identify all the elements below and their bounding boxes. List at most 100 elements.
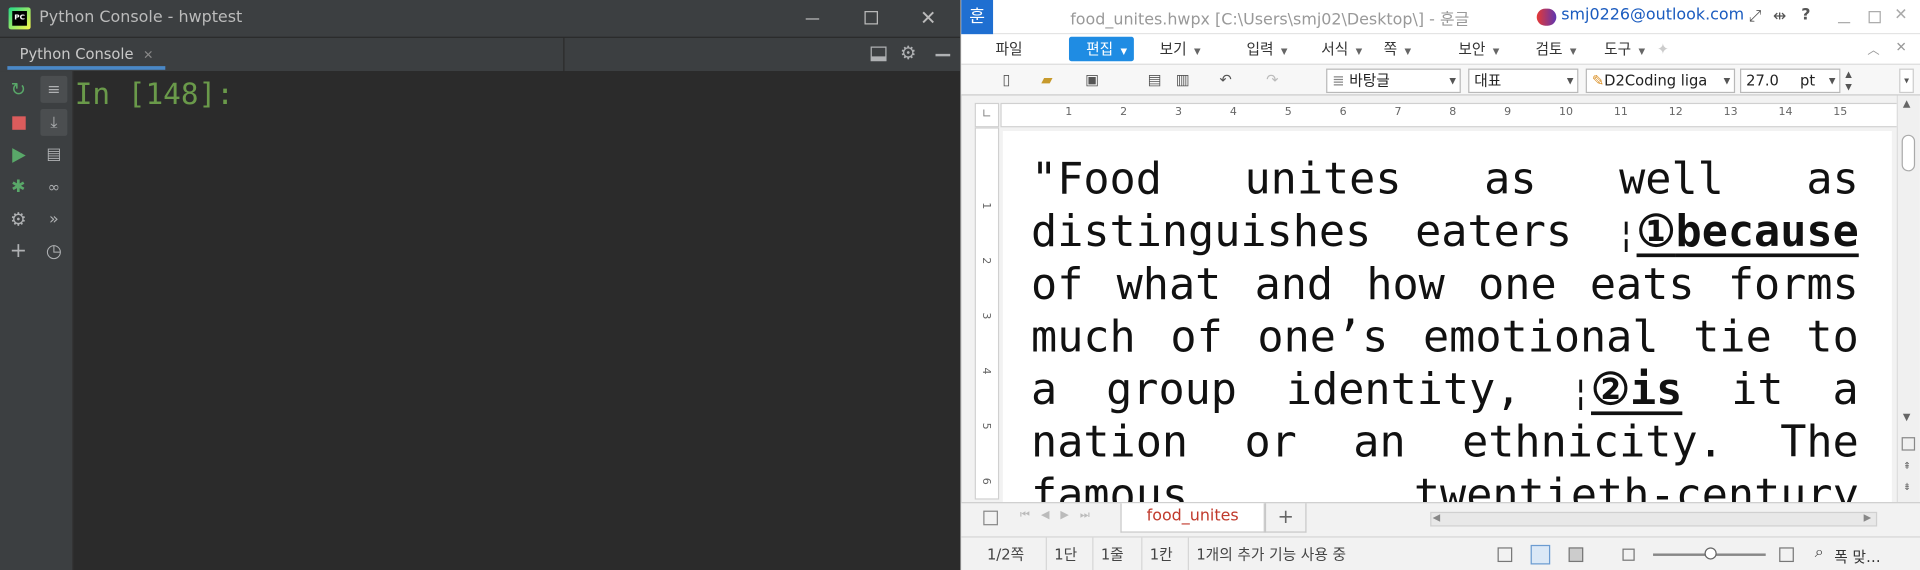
scroll-thumb[interactable] — [1901, 134, 1916, 172]
hwp-title-bar: 훈 food_unites.hwpx [C:\Users\smj02\Deskt… — [961, 0, 1920, 35]
maximize-button[interactable] — [1868, 11, 1881, 24]
account-avatar-icon[interactable] — [1536, 8, 1557, 26]
settings-icon[interactable]: ⚙ — [5, 206, 32, 233]
zoom-slider-thumb[interactable] — [1704, 547, 1717, 560]
help-icon[interactable]: ? — [1801, 6, 1810, 24]
new-document-icon[interactable]: ▯ — [997, 70, 1017, 90]
document-line[interactable]: famous twentieth-century — [1031, 469, 1859, 503]
font-name-select[interactable]: ✎D2Coding liga ▼ — [1585, 68, 1736, 94]
document-line[interactable]: of what and how one eats forms — [1031, 258, 1859, 311]
console-window-title: Python Console - hwptest — [39, 8, 243, 27]
save-icon[interactable]: ▣ — [1082, 70, 1102, 90]
add-icon[interactable]: + — [5, 238, 32, 265]
vertical-ruler[interactable]: 1 2 3 4 5 6 — [974, 127, 1000, 500]
toolbar-expand-icon[interactable]: ▾ — [1899, 68, 1914, 94]
prev-page-icon[interactable]: ⇞ — [1903, 460, 1911, 471]
console-prompt[interactable]: In [148]: — [75, 73, 234, 115]
page-nav-icon[interactable] — [1901, 437, 1916, 451]
tab-nav-arrows[interactable]: ⏮◀▶⏭ — [1020, 509, 1101, 521]
menu-page[interactable]: 쪽 ▼ — [1379, 37, 1416, 61]
menu-review[interactable]: 검토 ▼ — [1531, 37, 1582, 61]
font-size-input[interactable]: 27.0 pt ▼ — [1740, 68, 1841, 94]
document-line[interactable]: much of one’s emotional tie to — [1031, 311, 1859, 364]
scroll-down-arrow[interactable]: ▼ — [1903, 411, 1911, 422]
zoom-search-icon[interactable]: ⌕ — [1815, 544, 1824, 562]
soft-wrap-icon[interactable]: ≡ — [40, 75, 68, 103]
rerun-icon[interactable]: ↻ — [5, 76, 32, 103]
stop-icon[interactable] — [5, 109, 32, 136]
hscroll-left-arrow[interactable]: ◀ — [1433, 512, 1441, 523]
collapse-ribbon-icon[interactable]: ︿ — [1867, 39, 1879, 57]
horizontal-scrollbar[interactable] — [1430, 511, 1878, 527]
tab-list-icon[interactable] — [983, 510, 998, 526]
run-icon[interactable] — [5, 142, 32, 169]
menu-tools[interactable]: 도구 ▼ — [1599, 37, 1650, 61]
pycharm-logo-icon: PC — [8, 7, 31, 30]
tab-close-icon[interactable]: ✕ — [143, 49, 153, 62]
minimize-button[interactable] — [796, 7, 828, 29]
menu-view[interactable]: 보기 ▼ — [1155, 37, 1206, 61]
minimize-button[interactable] — [1837, 10, 1853, 25]
close-doc-icon[interactable]: ✕ — [1896, 39, 1907, 55]
tab-food-unites[interactable]: food_unites — [1120, 503, 1265, 533]
menu-edit[interactable]: 편집 ▼ — [1068, 36, 1135, 62]
horizontal-ruler[interactable]: 1 2 3 4 5 6 7 8 9 10 11 12 13 14 15 — [1000, 102, 1900, 128]
font-size-stepper[interactable]: ▲ ▼ — [1845, 69, 1860, 93]
document-word: one’s — [1257, 312, 1389, 363]
execute-icon[interactable]: » — [40, 206, 67, 233]
next-page-icon[interactable]: ⇟ — [1903, 481, 1911, 492]
account-email[interactable]: smj0226@outlook.com — [1561, 6, 1744, 24]
addon-icon[interactable]: ✦ — [1657, 40, 1669, 57]
document-word: much — [1031, 312, 1136, 363]
gear-icon[interactable]: ⚙ — [900, 42, 916, 64]
redo-icon[interactable]: ↷ — [1262, 70, 1282, 90]
layout-icon[interactable] — [870, 46, 887, 62]
close-button[interactable]: ✕ — [912, 5, 944, 32]
status-page[interactable]: 1/2쪽 — [980, 537, 1047, 570]
normal-view-icon[interactable] — [1497, 547, 1513, 563]
maximize-button[interactable] — [857, 7, 886, 29]
menu-security[interactable]: 보안 ▼ — [1453, 37, 1504, 61]
print-icon[interactable]: ▤ — [1145, 70, 1165, 90]
document-word: emotional — [1422, 312, 1659, 363]
document-line[interactable]: a group identity, ¦②is it a — [1031, 364, 1859, 417]
vertical-scrollbar[interactable]: ▲ ▼ ⇞ ⇟ — [1896, 95, 1919, 503]
print-icon[interactable]: ▤ — [40, 141, 67, 168]
document-page[interactable]: "Food unites as well as distinguishes eaters ¦①… — [1002, 131, 1892, 504]
menu-format[interactable]: 서식 ▼ — [1316, 37, 1367, 61]
font-language-select[interactable]: 대표 ▼ — [1468, 68, 1579, 94]
ruler-tick-label: 6 — [1339, 106, 1347, 119]
document-text[interactable]: "Food unites as well as distinguishes eaters ¦①… — [1031, 153, 1859, 503]
scroll-up-arrow[interactable]: ▲ — [1903, 98, 1911, 109]
split-icon[interactable]: ⇹ — [1773, 7, 1786, 25]
ruler-corner[interactable]: ∟ — [974, 102, 1000, 128]
document-line[interactable]: nation or an ethnicity. The — [1031, 416, 1859, 469]
menu-file[interactable]: 파일 — [991, 37, 1028, 61]
scroll-to-end-icon[interactable]: ⤓ — [40, 108, 68, 136]
menu-insert[interactable]: 입력 ▼ — [1242, 37, 1293, 61]
page-view-icon[interactable] — [1530, 544, 1551, 565]
hscroll-right-arrow[interactable]: ▶ — [1864, 512, 1872, 523]
paragraph-style-select[interactable]: ≣ 바탕글 ▼ — [1326, 68, 1461, 94]
preview-icon[interactable]: ▥ — [1173, 70, 1193, 90]
document-word: forms — [1727, 259, 1859, 310]
document-word: nation — [1031, 417, 1189, 468]
open-icon[interactable]: ▰ — [1037, 70, 1057, 90]
fullscreen-icon[interactable]: ⤢ — [1749, 7, 1762, 25]
undo-icon[interactable]: ↶ — [1216, 70, 1236, 90]
status-addons[interactable]: 1개의 추가 기능 사용 중 — [1189, 538, 1373, 570]
document-word: an — [1353, 417, 1406, 468]
zoom-in-icon[interactable] — [1779, 547, 1794, 563]
document-line[interactable]: "Food unites as well as — [1031, 153, 1859, 206]
close-button[interactable]: ✕ — [1894, 6, 1907, 24]
document-line[interactable]: distinguishes eaters ¦①because — [1031, 206, 1859, 259]
history-icon[interactable]: ◷ — [40, 238, 67, 265]
hide-icon[interactable] — [935, 53, 951, 57]
zoom-fit-label[interactable]: 폭 맞… — [1834, 546, 1880, 567]
show-variables-icon[interactable]: ∞ — [40, 174, 67, 201]
debug-icon[interactable]: ✱ — [5, 174, 32, 201]
tab-python-console[interactable]: Python Console ✕ — [7, 38, 166, 70]
full-view-icon[interactable] — [1568, 547, 1584, 563]
add-tab-button[interactable]: + — [1264, 503, 1307, 533]
zoom-out-icon[interactable] — [1622, 548, 1635, 561]
